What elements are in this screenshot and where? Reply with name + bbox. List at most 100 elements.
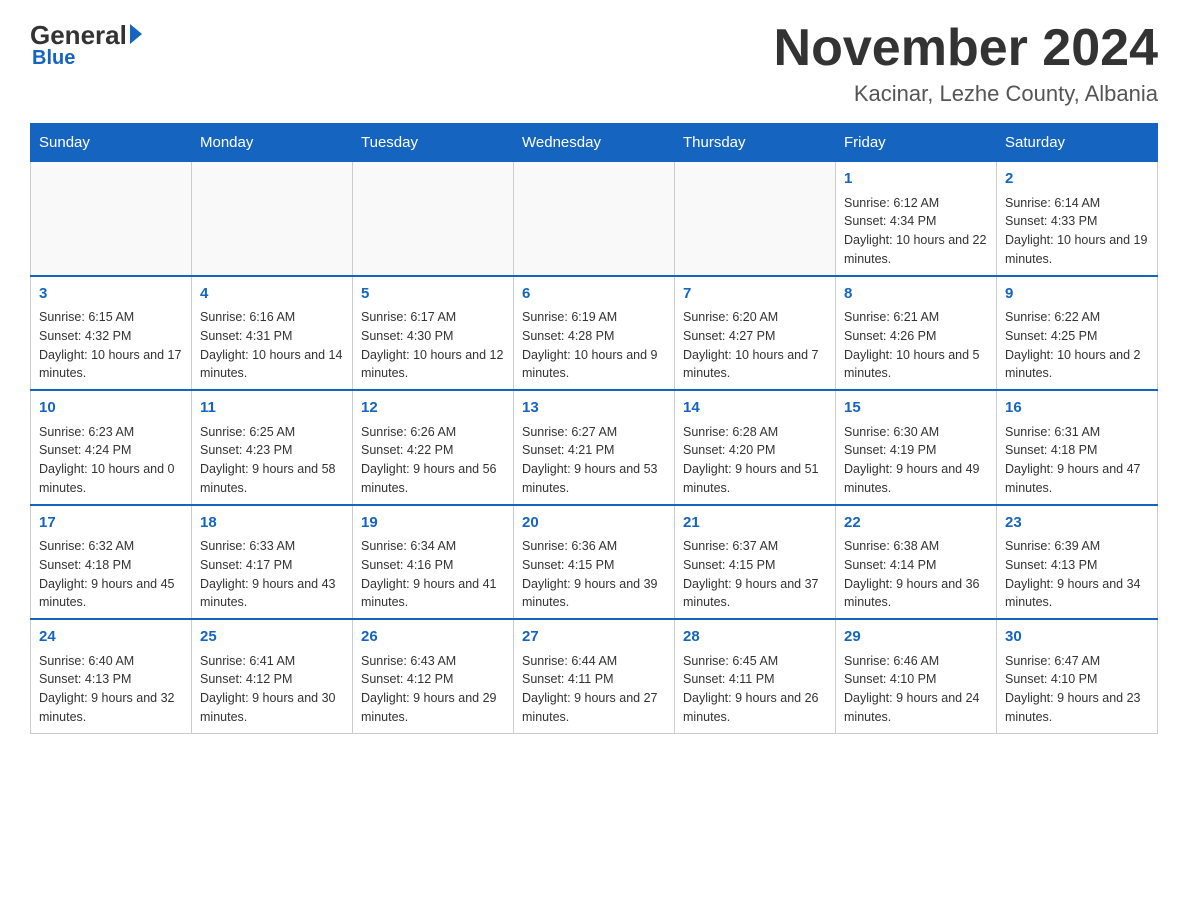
day-number: 15 — [844, 397, 988, 420]
table-row — [353, 162, 514, 276]
table-row — [514, 162, 675, 276]
day-info: Sunrise: 6:37 AMSunset: 4:15 PMDaylight:… — [683, 537, 827, 612]
day-number: 23 — [1005, 512, 1149, 535]
table-row: 6Sunrise: 6:19 AMSunset: 4:28 PMDaylight… — [514, 276, 675, 391]
table-row: 16Sunrise: 6:31 AMSunset: 4:18 PMDayligh… — [997, 390, 1158, 505]
day-number: 25 — [200, 626, 344, 649]
day-number: 10 — [39, 397, 183, 420]
day-number: 18 — [200, 512, 344, 535]
logo-arrow-icon — [130, 24, 142, 44]
table-row: 22Sunrise: 6:38 AMSunset: 4:14 PMDayligh… — [836, 505, 997, 620]
page-subtitle: Kacinar, Lezhe County, Albania — [774, 81, 1158, 107]
day-info: Sunrise: 6:40 AMSunset: 4:13 PMDaylight:… — [39, 652, 183, 727]
page-title: November 2024 — [774, 20, 1158, 77]
table-row: 17Sunrise: 6:32 AMSunset: 4:18 PMDayligh… — [31, 505, 192, 620]
table-row: 9Sunrise: 6:22 AMSunset: 4:25 PMDaylight… — [997, 276, 1158, 391]
day-info: Sunrise: 6:32 AMSunset: 4:18 PMDaylight:… — [39, 537, 183, 612]
calendar-header-friday: Friday — [836, 124, 997, 162]
day-info: Sunrise: 6:14 AMSunset: 4:33 PMDaylight:… — [1005, 194, 1149, 269]
day-info: Sunrise: 6:12 AMSunset: 4:34 PMDaylight:… — [844, 194, 988, 269]
table-row: 7Sunrise: 6:20 AMSunset: 4:27 PMDaylight… — [675, 276, 836, 391]
table-row: 29 Sunrise: 6:46 AMSunset: 4:10 PMDayligh… — [836, 619, 997, 733]
day-info: Sunrise: 6:20 AMSunset: 4:27 PMDaylight:… — [683, 308, 827, 383]
table-row: 3Sunrise: 6:15 AMSunset: 4:32 PMDaylight… — [31, 276, 192, 391]
table-row — [675, 162, 836, 276]
day-number: 6 — [522, 283, 666, 306]
calendar-header-row: SundayMondayTuesdayWednesdayThursdayFrid… — [31, 124, 1158, 162]
table-row — [31, 162, 192, 276]
logo: General Blue — [30, 20, 142, 70]
table-row: 13 Sunrise: 6:27 AMSunset: 4:21 PMDayligh… — [514, 390, 675, 505]
calendar-week-row: 24 Sunrise: 6:40 AMSunset: 4:13 PMDayligh… — [31, 619, 1158, 733]
day-info: Sunrise: 6:28 AMSunset: 4:20 PMDaylight:… — [683, 423, 827, 498]
day-info: Sunrise: 6:33 AMSunset: 4:17 PMDaylight:… — [200, 537, 344, 612]
table-row: 11Sunrise: 6:25 AMSunset: 4:23 PMDayligh… — [192, 390, 353, 505]
table-row: 15 Sunrise: 6:30 AMSunset: 4:19 PMDayligh… — [836, 390, 997, 505]
day-info: Sunrise: 6:27 AMSunset: 4:21 PMDaylight:… — [522, 423, 666, 498]
table-row: 5Sunrise: 6:17 AMSunset: 4:30 PMDaylight… — [353, 276, 514, 391]
day-info: Sunrise: 6:22 AMSunset: 4:25 PMDaylight:… — [1005, 308, 1149, 383]
table-row: 21Sunrise: 6:37 AMSunset: 4:15 PMDayligh… — [675, 505, 836, 620]
day-number: 27 — [522, 626, 666, 649]
table-row: 18Sunrise: 6:33 AMSunset: 4:17 PMDayligh… — [192, 505, 353, 620]
day-info: Sunrise: 6:36 AMSunset: 4:15 PMDaylight:… — [522, 537, 666, 612]
title-area: November 2024 Kacinar, Lezhe County, Alb… — [774, 20, 1158, 107]
day-info: Sunrise: 6:30 AMSunset: 4:19 PMDaylight:… — [844, 423, 988, 498]
calendar-header-monday: Monday — [192, 124, 353, 162]
day-number: 30 — [1005, 626, 1149, 649]
day-number: 24 — [39, 626, 183, 649]
day-info: Sunrise: 6:23 AMSunset: 4:24 PMDaylight:… — [39, 423, 183, 498]
day-info: Sunrise: 6:43 AMSunset: 4:12 PMDaylight:… — [361, 652, 505, 727]
day-number: 4 — [200, 283, 344, 306]
calendar-week-row: 17Sunrise: 6:32 AMSunset: 4:18 PMDayligh… — [31, 505, 1158, 620]
day-info: Sunrise: 6:45 AMSunset: 4:11 PMDaylight:… — [683, 652, 827, 727]
table-row: 27Sunrise: 6:44 AMSunset: 4:11 PMDayligh… — [514, 619, 675, 733]
day-info: Sunrise: 6:47 AMSunset: 4:10 PMDaylight:… — [1005, 652, 1149, 727]
day-info: Sunrise: 6:15 AMSunset: 4:32 PMDaylight:… — [39, 308, 183, 383]
day-number: 20 — [522, 512, 666, 535]
day-number: 11 — [200, 397, 344, 420]
day-number: 5 — [361, 283, 505, 306]
calendar-header-wednesday: Wednesday — [514, 124, 675, 162]
day-number: 9 — [1005, 283, 1149, 306]
day-info: Sunrise: 6:46 AMSunset: 4:10 PMDaylight:… — [844, 652, 988, 727]
calendar-header-sunday: Sunday — [31, 124, 192, 162]
logo-blue: Blue — [32, 47, 75, 70]
table-row: 2 Sunrise: 6:14 AMSunset: 4:33 PMDaylight… — [997, 162, 1158, 276]
header: General Blue November 2024 Kacinar, Lezh… — [30, 20, 1158, 107]
day-number: 29 — [844, 626, 988, 649]
table-row: 1 Sunrise: 6:12 AMSunset: 4:34 PMDaylight… — [836, 162, 997, 276]
day-number: 8 — [844, 283, 988, 306]
day-info: Sunrise: 6:34 AMSunset: 4:16 PMDaylight:… — [361, 537, 505, 612]
calendar-week-row: 3Sunrise: 6:15 AMSunset: 4:32 PMDaylight… — [31, 276, 1158, 391]
day-number: 21 — [683, 512, 827, 535]
table-row: 23Sunrise: 6:39 AMSunset: 4:13 PMDayligh… — [997, 505, 1158, 620]
calendar-header-thursday: Thursday — [675, 124, 836, 162]
table-row: 20Sunrise: 6:36 AMSunset: 4:15 PMDayligh… — [514, 505, 675, 620]
day-info: Sunrise: 6:39 AMSunset: 4:13 PMDaylight:… — [1005, 537, 1149, 612]
day-number: 13 — [522, 397, 666, 420]
calendar-week-row: 10 Sunrise: 6:23 AMSunset: 4:24 PMDayligh… — [31, 390, 1158, 505]
table-row: 14Sunrise: 6:28 AMSunset: 4:20 PMDayligh… — [675, 390, 836, 505]
table-row — [192, 162, 353, 276]
table-row: 8Sunrise: 6:21 AMSunset: 4:26 PMDaylight… — [836, 276, 997, 391]
day-info: Sunrise: 6:38 AMSunset: 4:14 PMDaylight:… — [844, 537, 988, 612]
day-number: 2 — [1005, 168, 1149, 191]
day-number: 12 — [361, 397, 505, 420]
calendar-table: SundayMondayTuesdayWednesdayThursdayFrid… — [30, 123, 1158, 734]
table-row: 26 Sunrise: 6:43 AMSunset: 4:12 PMDayligh… — [353, 619, 514, 733]
day-info: Sunrise: 6:31 AMSunset: 4:18 PMDaylight:… — [1005, 423, 1149, 498]
day-number: 7 — [683, 283, 827, 306]
day-info: Sunrise: 6:26 AMSunset: 4:22 PMDaylight:… — [361, 423, 505, 498]
calendar-header-saturday: Saturday — [997, 124, 1158, 162]
day-number: 26 — [361, 626, 505, 649]
day-info: Sunrise: 6:19 AMSunset: 4:28 PMDaylight:… — [522, 308, 666, 383]
day-number: 1 — [844, 168, 988, 191]
day-number: 28 — [683, 626, 827, 649]
day-info: Sunrise: 6:17 AMSunset: 4:30 PMDaylight:… — [361, 308, 505, 383]
day-info: Sunrise: 6:16 AMSunset: 4:31 PMDaylight:… — [200, 308, 344, 383]
day-number: 19 — [361, 512, 505, 535]
day-number: 3 — [39, 283, 183, 306]
day-number: 17 — [39, 512, 183, 535]
table-row: 4Sunrise: 6:16 AMSunset: 4:31 PMDaylight… — [192, 276, 353, 391]
